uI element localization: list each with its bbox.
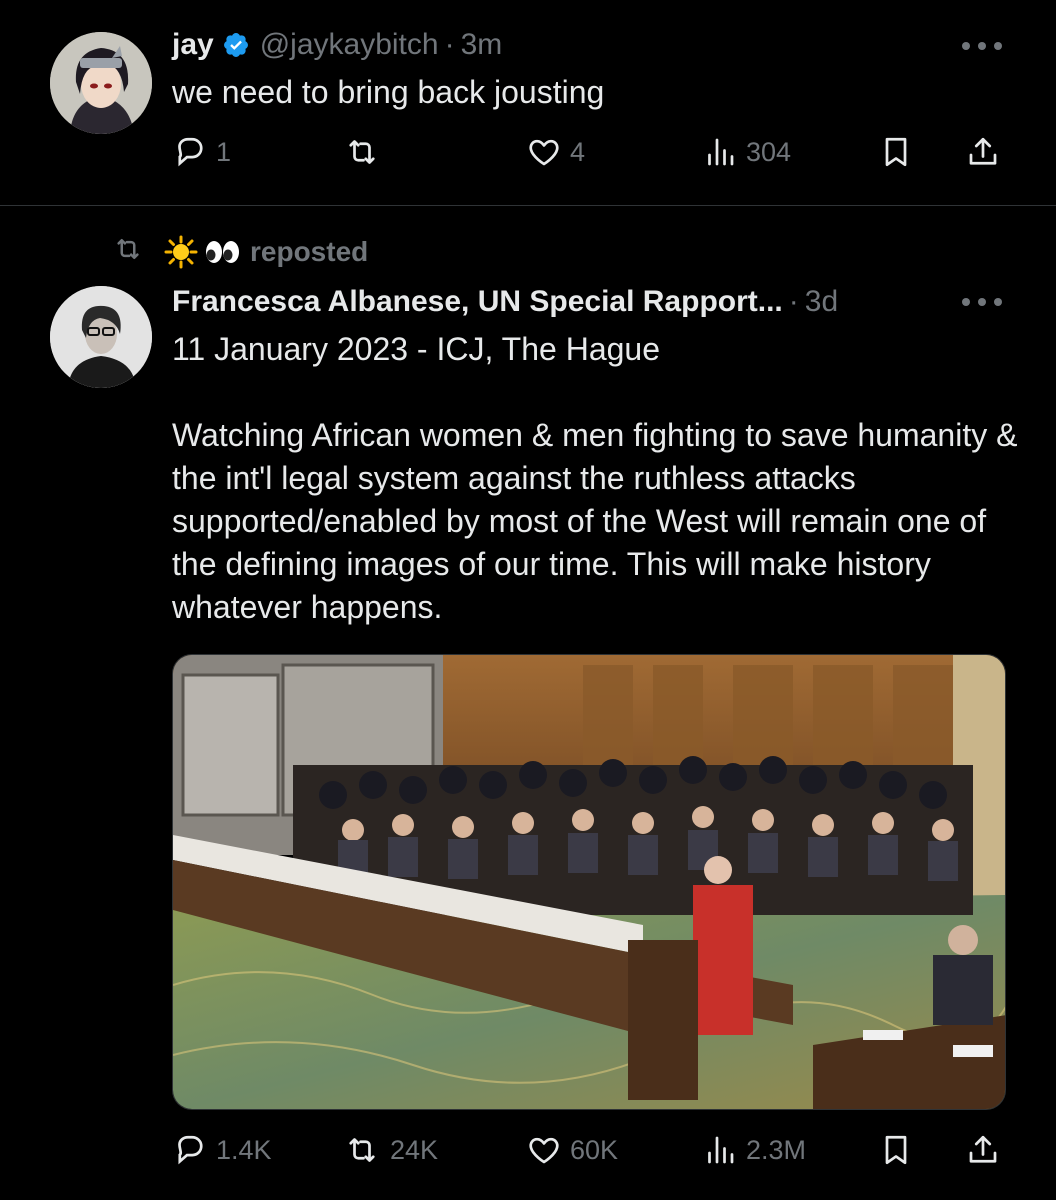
repost-icon xyxy=(342,134,382,170)
share-button[interactable] xyxy=(964,1132,1002,1168)
more-icon[interactable] xyxy=(962,36,1002,56)
repost-icon xyxy=(112,234,144,271)
timeline: jay @jaykaybitch · 3m we need to bring b… xyxy=(0,0,1056,1200)
reply-button[interactable]: 1 xyxy=(172,134,231,170)
avatar[interactable] xyxy=(50,286,152,388)
tweet[interactable]: jay @jaykaybitch · 3m we need to bring b… xyxy=(0,0,1056,206)
reply-count: 1.4K xyxy=(216,1134,272,1165)
views-button[interactable]: 2.3M xyxy=(702,1132,806,1168)
repost-context: reposted xyxy=(112,232,368,272)
views-count: 304 xyxy=(746,136,792,167)
tweet-text-line: Watching African women & men fighting to… xyxy=(172,417,1018,625)
handle[interactable]: @jaykaybitch xyxy=(260,28,439,62)
timestamp[interactable]: 3m xyxy=(461,28,503,62)
tweet-header: jay @jaykaybitch · 3m xyxy=(172,26,502,64)
bookmark-button[interactable] xyxy=(878,134,914,170)
repost-label: reposted xyxy=(250,236,369,267)
verified-badge-icon xyxy=(222,31,250,59)
share-icon xyxy=(964,134,1002,170)
share-button[interactable] xyxy=(964,134,1002,170)
views-icon xyxy=(702,1132,738,1168)
sun-eyes-emoji-icon xyxy=(164,235,239,269)
heart-icon xyxy=(526,134,562,170)
reply-count: 1 xyxy=(216,136,232,167)
display-name[interactable]: Francesca Albanese, UN Special Rapport..… xyxy=(172,285,783,319)
bookmark-icon xyxy=(878,1132,914,1168)
tweet-divider xyxy=(0,205,1056,206)
heart-icon xyxy=(526,1132,562,1168)
views-count: 2.3M xyxy=(746,1134,807,1165)
reply-icon xyxy=(172,134,208,170)
bookmark-icon xyxy=(878,134,914,170)
tweet-media-image[interactable] xyxy=(172,654,1006,1110)
display-name[interactable]: jay xyxy=(172,28,214,62)
views-button[interactable]: 304 xyxy=(702,134,791,170)
timestamp[interactable]: 3d xyxy=(805,285,838,319)
reposter-name[interactable] xyxy=(164,235,240,269)
separator: · xyxy=(788,285,799,318)
share-icon xyxy=(964,1132,1002,1168)
like-count: 60K xyxy=(570,1134,619,1165)
repost-icon xyxy=(342,1132,382,1168)
views-icon xyxy=(702,134,738,170)
repost-button[interactable] xyxy=(342,134,390,170)
reply-button[interactable]: 1.4K xyxy=(172,1132,272,1168)
repost-count: 24K xyxy=(390,1134,439,1165)
tweet-text: 11 January 2023 - ICJ, The Hague Watchin… xyxy=(172,328,1022,629)
like-button[interactable]: 60K xyxy=(526,1132,618,1168)
tweet-header: Francesca Albanese, UN Special Rapport..… xyxy=(172,282,838,322)
separator: · xyxy=(444,28,455,61)
like-count: 4 xyxy=(570,136,586,167)
tweet-text-line: 11 January 2023 - ICJ, The Hague xyxy=(172,331,660,367)
reply-icon xyxy=(172,1132,208,1168)
more-icon[interactable] xyxy=(962,292,1002,312)
avatar[interactable] xyxy=(50,32,152,134)
courtroom-photo xyxy=(173,655,1005,1109)
tweet-text: we need to bring back jousting xyxy=(172,74,605,110)
repost-button[interactable]: 24K xyxy=(342,1132,438,1168)
bookmark-button[interactable] xyxy=(878,1132,914,1168)
like-button[interactable]: 4 xyxy=(526,134,585,170)
